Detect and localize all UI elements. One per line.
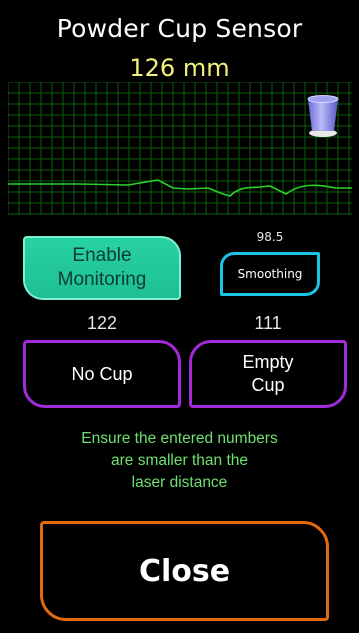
no-cup-button[interactable]: No Cup — [23, 340, 181, 408]
enable-monitoring-button[interactable]: Enable Monitoring — [23, 236, 181, 300]
page-title: Powder Cup Sensor — [56, 14, 303, 43]
close-button[interactable]: Close — [40, 521, 329, 621]
sensor-trace-line — [8, 179, 352, 197]
no-cup-value: 122 — [86, 313, 118, 333]
empty-cup-label-line2: Cup — [251, 375, 285, 395]
smoothing-label: Smoothing — [237, 267, 303, 281]
note-line2: are smaller than the — [111, 452, 248, 469]
no-cup-label: No Cup — [71, 363, 133, 384]
instruction-note: Ensure the entered numbers are smaller t… — [0, 428, 359, 494]
smoothing-value: 98.5 — [256, 230, 284, 244]
enable-label-line1: Enable — [72, 245, 132, 266]
enable-label-line2: Monitoring — [57, 269, 147, 290]
note-line3: laser distance — [131, 474, 228, 491]
powder-cup-icon — [301, 93, 345, 139]
empty-cup-label-line1: Empty — [242, 352, 294, 372]
smoothing-button[interactable]: Smoothing — [220, 252, 320, 296]
empty-cup-value: 111 — [254, 313, 282, 333]
note-line1: Ensure the entered numbers — [81, 430, 278, 447]
close-label: Close — [138, 553, 231, 589]
distance-readout: 126 mm — [129, 54, 230, 82]
empty-cup-button[interactable]: Empty Cup — [189, 340, 347, 408]
